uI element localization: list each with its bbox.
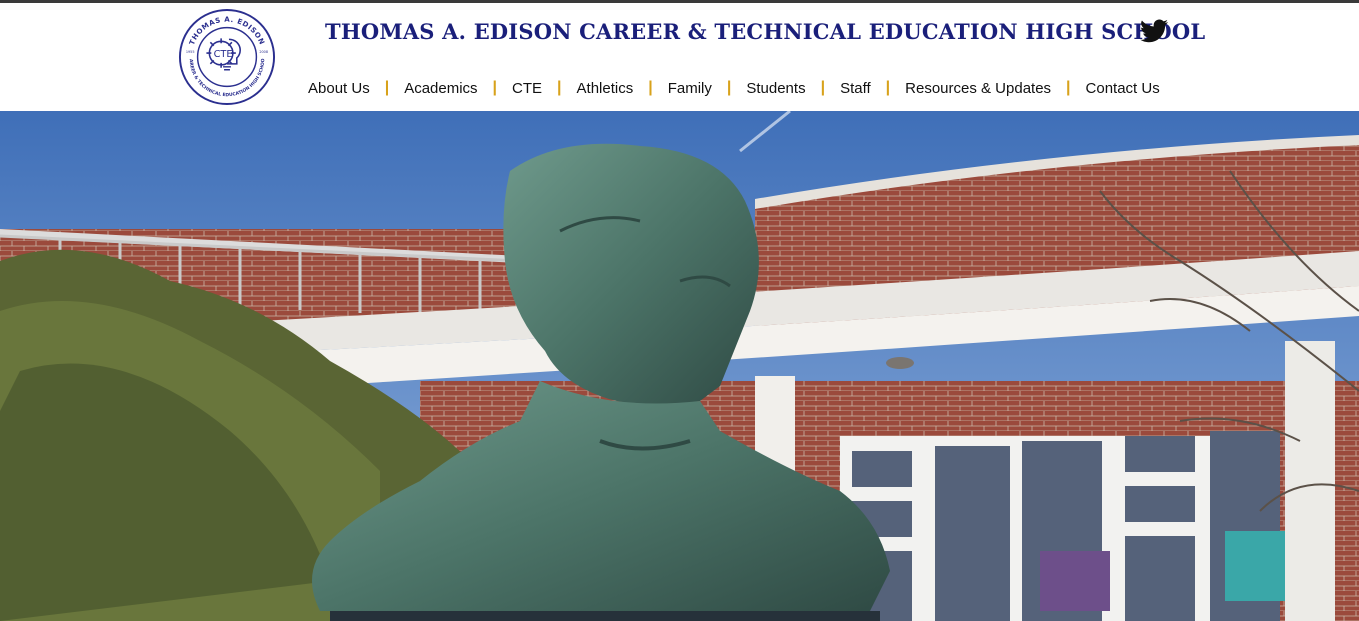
logo-left-year: 1955 [186, 50, 195, 54]
site-title[interactable]: THOMAS A. EDISON CAREER & TECHNICAL EDUC… [325, 19, 1205, 44]
nav-staff[interactable]: Staff [832, 80, 879, 97]
main-nav: About Us | Academics | CTE | Athletics |… [300, 77, 1168, 99]
column [1285, 341, 1335, 621]
nav-family[interactable]: Family [660, 80, 720, 97]
nav-separator: | [648, 79, 653, 96]
twitter-icon[interactable] [1140, 19, 1168, 43]
site-header: THOMAS A. EDISON CAREER & TECHNICAL EDUC… [0, 3, 1359, 111]
nav-separator: | [557, 79, 562, 96]
school-logo[interactable]: THOMAS A. EDISON CAREER & TECHNICAL EDUC… [178, 8, 276, 106]
nav-contact-us[interactable]: Contact Us [1078, 80, 1168, 97]
logo-right-year: 2008 [259, 50, 268, 54]
nav-separator: | [885, 79, 891, 96]
nav-separator: | [726, 79, 732, 96]
hero-image [0, 111, 1359, 621]
nav-separator: | [492, 79, 498, 96]
nav-cte[interactable]: CTE [504, 80, 550, 97]
nav-academics[interactable]: Academics [396, 80, 485, 97]
nav-separator: | [384, 79, 390, 96]
logo-center-text: CTE [214, 49, 233, 60]
nav-resources-updates[interactable]: Resources & Updates [897, 80, 1059, 97]
nav-athletics[interactable]: Athletics [569, 80, 642, 97]
nav-students[interactable]: Students [738, 80, 813, 97]
nav-about-us[interactable]: About Us [300, 80, 378, 97]
windows [840, 431, 1285, 621]
nav-separator: | [820, 79, 826, 96]
nav-separator: | [1066, 79, 1071, 96]
